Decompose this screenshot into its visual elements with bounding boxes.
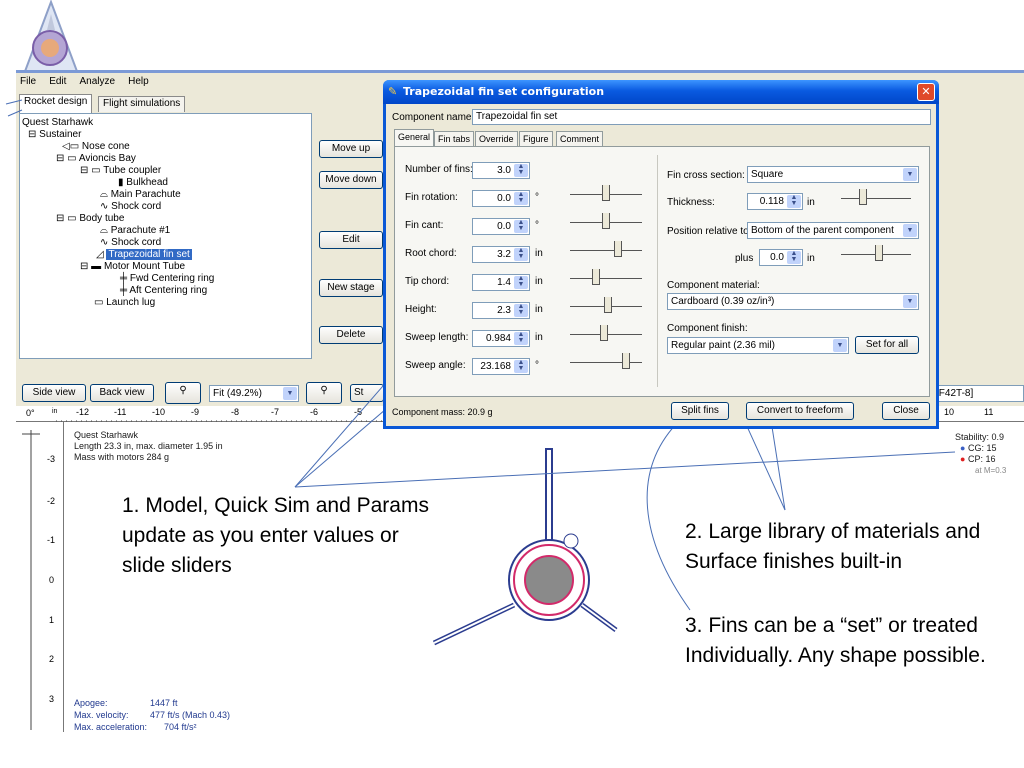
tip-chord-spinner[interactable]: 1.4 ▲ ▼ xyxy=(472,274,530,291)
plus-label: plus xyxy=(735,253,754,264)
set-for-all-button[interactable]: Set for all xyxy=(855,336,919,354)
field-label: Sweep length: xyxy=(405,332,469,343)
spin-arrows-icon[interactable]: ▲ ▼ xyxy=(787,194,801,208)
material-select[interactable]: Cardboard (0.39 oz/in³) ▼ xyxy=(667,293,919,310)
unit-label: in xyxy=(535,276,543,287)
chevron-down-icon: ▼ xyxy=(903,168,917,181)
spin-arrows-icon[interactable]: ▲ ▼ xyxy=(514,331,528,345)
convert-to-freeform-button[interactable]: Convert to freeform xyxy=(746,402,854,420)
general-panel: Number of fins: 3.0 ▲ ▼ Fin rotation: 0.0 ▲… xyxy=(394,146,930,397)
finish-select[interactable]: Regular paint (2.36 mil) ▼ xyxy=(667,337,849,354)
tab-override[interactable]: Override xyxy=(475,131,518,146)
root-chord-slider[interactable] xyxy=(570,241,642,261)
field-label: Root chord: xyxy=(405,248,457,259)
plus-unit: in xyxy=(807,253,815,264)
cross-section-label: Fin cross section: xyxy=(667,170,745,181)
unit-label: in xyxy=(535,248,543,259)
unit-label: in xyxy=(535,332,543,343)
sweep-angle-spinner[interactable]: 23.168 ▲ ▼ xyxy=(472,358,530,375)
fin-cant-spinner[interactable]: 0.0 ▲ ▼ xyxy=(472,218,530,235)
field-label: Number of fins: xyxy=(405,164,473,175)
spin-arrows-icon[interactable]: ▲ ▼ xyxy=(514,359,528,373)
root-chord-spinner[interactable]: 3.2 ▲ ▼ xyxy=(472,246,530,263)
component-name-label: Component name: xyxy=(392,112,475,123)
spin-arrows-icon[interactable]: ▲ ▼ xyxy=(514,191,528,205)
chevron-down-icon: ▼ xyxy=(833,339,847,352)
thickness-unit: in xyxy=(807,197,815,208)
unit-label: ° xyxy=(535,360,539,371)
fin-cant-slider[interactable] xyxy=(570,213,642,233)
close-icon[interactable]: ✕ xyxy=(917,83,935,101)
callout-2-line-1: 2. Large library of materials and xyxy=(685,520,981,543)
unit-label: ° xyxy=(535,192,539,203)
sweep-length-spinner[interactable]: 0.984 ▲ ▼ xyxy=(472,330,530,347)
spin-arrows-icon[interactable]: ▲ ▼ xyxy=(514,275,528,289)
tab-general[interactable]: General xyxy=(394,129,435,147)
fin-rotation-slider[interactable] xyxy=(570,185,642,205)
plus-spinner[interactable]: 0.0 ▲ ▼ xyxy=(759,249,803,266)
split-fins-button[interactable]: Split fins xyxy=(671,402,729,420)
thickness-label: Thickness: xyxy=(667,197,715,208)
fins-count-spinner[interactable]: 3.0 ▲ ▼ xyxy=(472,162,530,179)
cross-section-select[interactable]: Square ▼ xyxy=(747,166,919,183)
height-slider[interactable] xyxy=(570,297,642,317)
callout-3-line-1: 3. Fins can be a “set” or treated xyxy=(685,614,978,637)
tab-figure[interactable]: Figure xyxy=(519,131,553,146)
position-label: Position relative to: xyxy=(667,226,752,237)
unit-label: in xyxy=(535,304,543,315)
tip-chord-slider[interactable] xyxy=(570,269,642,289)
app-icon: ✎ xyxy=(388,85,398,98)
height-spinner[interactable]: 2.3 ▲ ▼ xyxy=(472,302,530,319)
tab-fin-tabs[interactable]: Fin tabs xyxy=(434,131,475,146)
chevron-down-icon: ▼ xyxy=(903,224,917,237)
field-label: Fin rotation: xyxy=(405,192,458,203)
component-mass: Component mass: 20.9 g xyxy=(392,407,493,417)
chevron-down-icon: ▼ xyxy=(903,295,917,308)
spin-arrows-icon[interactable]: ▲ ▼ xyxy=(514,303,528,317)
callout-2-line-2: Surface finishes built-in xyxy=(685,550,903,573)
field-label: Tip chord: xyxy=(405,276,450,287)
thickness-spinner[interactable]: 0.118 ▲ ▼ xyxy=(747,193,803,210)
close-button[interactable]: Close xyxy=(882,402,930,420)
fin-set-dialog: ✎ Trapezoidal fin set configuration ✕ Co… xyxy=(383,80,939,429)
dialog-title-bar[interactable]: ✎ Trapezoidal fin set configuration ✕ xyxy=(383,80,939,104)
spin-arrows-icon[interactable]: ▲ ▼ xyxy=(514,219,528,233)
column-divider xyxy=(657,155,658,387)
spin-arrows-icon[interactable]: ▲ ▼ xyxy=(514,163,528,177)
fin-rotation-spinner[interactable]: 0.0 ▲ ▼ xyxy=(472,190,530,207)
callout-3-line-2: Individually. Any shape possible. xyxy=(685,644,986,667)
sweep-length-slider[interactable] xyxy=(570,325,642,345)
finish-label: Component finish: xyxy=(667,323,748,334)
tab-comment[interactable]: Comment xyxy=(556,131,604,146)
field-label: Fin cant: xyxy=(405,220,444,231)
position-select[interactable]: Bottom of the parent component ▼ xyxy=(747,222,919,239)
spin-arrows-icon[interactable]: ▲ ▼ xyxy=(514,247,528,261)
field-label: Sweep angle: xyxy=(405,360,466,371)
field-label: Height: xyxy=(405,304,437,315)
callout-1-line-3: slide sliders xyxy=(122,554,232,577)
callout-1-line-1: 1. Model, Quick Sim and Params xyxy=(122,494,429,517)
callout-1-line-2: update as you enter values or xyxy=(122,524,399,547)
sweep-angle-slider[interactable] xyxy=(570,353,642,373)
component-name-input[interactable]: Trapezoidal fin set xyxy=(472,109,931,125)
unit-label: ° xyxy=(535,220,539,231)
dialog-title: Trapezoidal fin set configuration xyxy=(403,85,605,98)
spin-arrows-icon[interactable]: ▲ ▼ xyxy=(787,250,801,264)
plus-slider[interactable] xyxy=(841,245,911,265)
material-label: Component material: xyxy=(667,280,760,291)
thickness-slider[interactable] xyxy=(841,189,911,209)
